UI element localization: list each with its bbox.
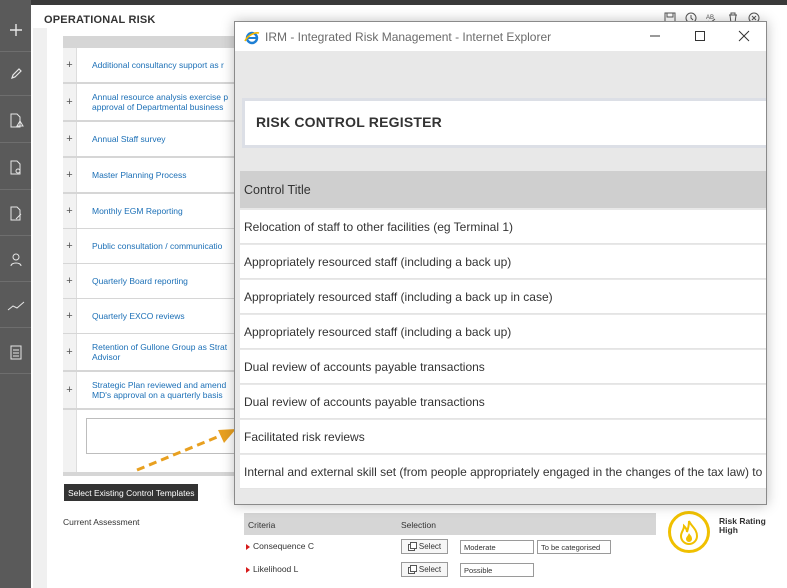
fire-icon [668, 511, 710, 553]
criteria-table-header: Criteria Selection [244, 513, 656, 535]
list-item[interactable]: + Monthly EGM Reporting [63, 194, 238, 228]
list-item[interactable]: + Master Planning Process [63, 158, 238, 192]
list-item-link[interactable]: Annual Staff survey [92, 134, 238, 144]
control-title-column-header[interactable]: Control Title [240, 171, 766, 208]
select-button[interactable]: Select [401, 539, 448, 554]
list-item[interactable]: + Annual resource analysis exercise p ap… [63, 84, 238, 120]
criteria-name: Consequence C [253, 541, 314, 551]
copy-icon [407, 565, 417, 574]
list-item-link[interactable]: Annual resource analysis exercise p appr… [92, 92, 238, 112]
expand-icon[interactable]: + [63, 264, 77, 298]
copy-icon [407, 542, 417, 551]
criteria-column-header: Criteria [248, 520, 276, 530]
popup-window: IRM - Integrated Risk Management - Inter… [234, 21, 767, 505]
current-assessment-label: Current Assessment [63, 517, 140, 527]
list-item-link[interactable]: Strategic Plan reviewed and amend MD's a… [92, 380, 238, 400]
list-item-link[interactable]: Master Planning Process [92, 170, 238, 180]
criteria-name: Likelihood L [253, 564, 299, 574]
control-row[interactable]: Appropriately resourced staff (including… [240, 315, 766, 349]
criteria-row: Likelihood L Select Possible [244, 559, 656, 581]
control-row[interactable]: Internal and external skill set (from pe… [240, 455, 766, 489]
edit-icon[interactable] [0, 52, 31, 96]
expand-icon[interactable]: + [63, 84, 77, 120]
ie-logo-icon [244, 31, 260, 45]
control-row[interactable]: Appropriately resourced staff (including… [240, 245, 766, 279]
control-row[interactable]: Dual review of accounts payable transact… [240, 350, 766, 384]
page-title: OPERATIONAL RISK [44, 14, 156, 26]
required-marker-icon [246, 544, 250, 550]
maximize-icon[interactable] [685, 27, 715, 45]
select-button-label: Select [418, 565, 442, 574]
list-item[interactable]: + Additional consultancy support as r [63, 48, 238, 82]
list-item[interactable]: + Quarterly Board reporting [63, 264, 238, 298]
panel-gutter [33, 28, 47, 588]
required-marker-icon [246, 567, 250, 573]
control-list: + Additional consultancy support as r + … [63, 36, 238, 476]
popup-titlebar[interactable]: IRM - Integrated Risk Management - Inter… [235, 22, 766, 51]
control-row[interactable]: Appropriately resourced staff (including… [240, 280, 766, 314]
control-row[interactable]: Relocation of staff to other facilities … [240, 210, 766, 244]
document-search-icon[interactable] [0, 146, 31, 190]
popup-content: RISK CONTROL REGISTER Control Title Relo… [235, 51, 766, 504]
list-item-link[interactable]: Quarterly Board reporting [92, 276, 238, 286]
expand-icon[interactable]: + [63, 194, 77, 228]
expand-icon[interactable]: + [63, 48, 77, 82]
list-item[interactable]: + Annual Staff survey [63, 122, 238, 156]
trend-icon[interactable] [0, 284, 31, 328]
risk-rating-value: High [719, 525, 738, 535]
selection-column-header: Selection [401, 520, 436, 530]
list-item-link[interactable]: Retention of Gullone Group as Strat Advi… [92, 342, 238, 362]
list-item[interactable]: + Strategic Plan reviewed and amend MD's… [63, 372, 238, 408]
risk-rating-label: Risk Rating High [719, 517, 766, 535]
pointer-arrow-icon [136, 429, 236, 472]
criteria-table: Criteria Selection Consequence C Select … [244, 513, 656, 588]
left-sidebar [0, 0, 31, 588]
expand-icon[interactable]: + [63, 229, 77, 263]
expand-icon[interactable]: + [63, 299, 77, 333]
register-header-box: RISK CONTROL REGISTER [242, 98, 766, 148]
select-button[interactable]: Select [401, 562, 448, 577]
select-button-label: Select [418, 542, 442, 551]
likelihood-value-field[interactable]: Possible [460, 563, 534, 577]
register-title: RISK CONTROL REGISTER [256, 114, 442, 130]
select-existing-templates-button[interactable]: Select Existing Control Templates [64, 484, 199, 501]
expand-icon[interactable]: + [63, 372, 77, 408]
consequence-value-field[interactable]: Moderate [460, 540, 534, 554]
document-warning-icon[interactable] [0, 99, 31, 143]
close-icon[interactable] [729, 27, 759, 45]
list-item[interactable]: + Public consultation / communicatio [63, 229, 238, 263]
expand-icon[interactable]: + [63, 158, 77, 192]
criteria-row: Consequence C Select Moderate To be cate… [244, 536, 656, 558]
consequence-category-field[interactable]: To be categorised [537, 540, 611, 554]
people-icon[interactable] [0, 238, 31, 282]
popup-window-title: IRM - Integrated Risk Management - Inter… [265, 30, 552, 44]
document-edit-icon[interactable] [0, 192, 31, 236]
list-item-link[interactable]: Quarterly EXCO reviews [92, 311, 238, 321]
expand-spacer [63, 410, 77, 472]
list-item-link[interactable]: Monthly EGM Reporting [92, 206, 238, 216]
list-item[interactable]: + Quarterly EXCO reviews [63, 299, 238, 333]
list-item-link[interactable]: Public consultation / communicatio [92, 241, 238, 251]
expand-icon[interactable]: + [63, 334, 77, 370]
clipboard-icon[interactable] [0, 330, 31, 374]
list-item[interactable]: + Retention of Gullone Group as Strat Ad… [63, 334, 238, 370]
control-row[interactable]: Dual review of accounts payable transact… [240, 385, 766, 419]
list-item-link[interactable]: Additional consultancy support as r [92, 60, 238, 70]
control-row[interactable]: Facilitated risk reviews [240, 420, 766, 454]
expand-icon[interactable]: + [63, 122, 77, 156]
add-icon[interactable] [0, 8, 31, 52]
minimize-icon[interactable] [640, 27, 670, 45]
